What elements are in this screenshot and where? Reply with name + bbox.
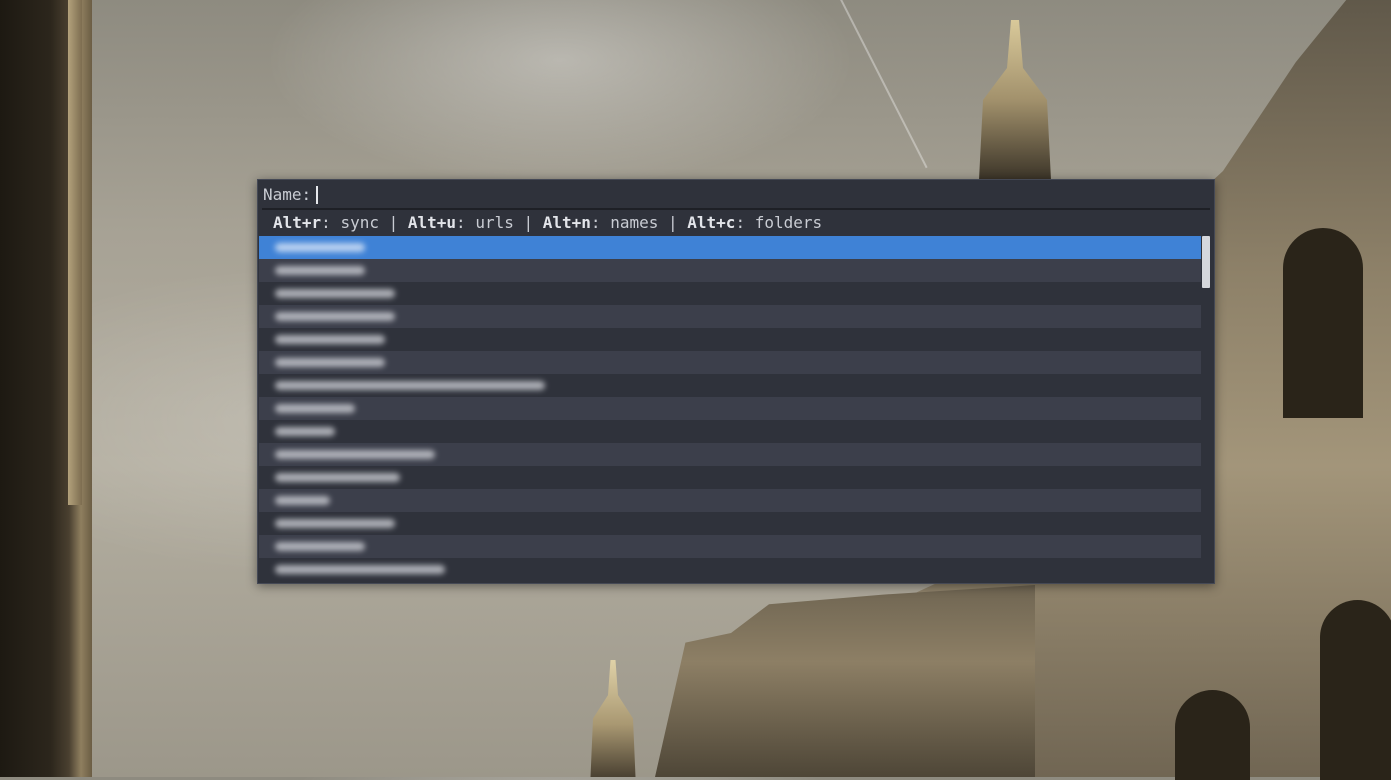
redacted-item-text	[275, 381, 545, 390]
list-item[interactable]	[259, 420, 1201, 443]
wallpaper-tower	[979, 20, 1051, 180]
list-item-selected[interactable]	[259, 236, 1201, 259]
list-item[interactable]	[259, 351, 1201, 374]
prompt-label: Name:	[263, 185, 312, 204]
prompt-row: Name:	[258, 180, 1214, 209]
list-item[interactable]	[259, 489, 1201, 512]
list-item[interactable]	[259, 305, 1201, 328]
list-item[interactable]	[259, 282, 1201, 305]
list-item[interactable]	[259, 397, 1201, 420]
redacted-item-text	[275, 496, 330, 505]
result-list[interactable]	[259, 236, 1201, 581]
wallpaper-window	[1283, 228, 1363, 418]
wallpaper-contrail	[835, 0, 928, 169]
redacted-item-text	[275, 243, 365, 252]
redacted-item-text	[275, 450, 435, 459]
hint-colon: :	[321, 212, 341, 232]
scrollbar[interactable]	[1202, 236, 1210, 581]
redacted-item-text	[275, 427, 335, 436]
list-item[interactable]	[259, 443, 1201, 466]
hint-key: Alt+u	[407, 212, 457, 232]
list-item[interactable]	[259, 535, 1201, 558]
hint-action: folders	[754, 212, 823, 232]
redacted-item-text	[275, 335, 385, 344]
keybinding-hints: Alt+r: sync | Alt+u: urls | Alt+n: names…	[273, 210, 822, 234]
hint-colon: :	[590, 212, 611, 232]
redacted-item-text	[275, 565, 445, 574]
launcher-dialog: Name: Alt+r: sync | Alt+u: urls | Alt+n:…	[257, 179, 1215, 584]
wallpaper-window	[1175, 690, 1250, 780]
hint-key: Alt+n	[542, 212, 591, 232]
scrollbar-thumb[interactable]	[1202, 236, 1210, 288]
hint-action: sync	[340, 212, 379, 232]
redacted-item-text	[275, 542, 365, 551]
wallpaper-left-wall-edge	[68, 0, 82, 505]
list-item[interactable]	[259, 374, 1201, 397]
name-search-input[interactable]	[322, 183, 1203, 206]
redacted-item-text	[275, 289, 395, 298]
hint-key: Alt+c	[687, 212, 736, 232]
wallpaper-tower-small	[590, 660, 636, 777]
hint-action: urls	[475, 212, 514, 232]
wallpaper-lower-building	[655, 585, 1035, 777]
list-item[interactable]	[259, 328, 1201, 351]
hint-separator: |	[513, 212, 543, 232]
redacted-item-text	[275, 519, 395, 528]
hint-colon: :	[456, 212, 476, 232]
list-item[interactable]	[259, 259, 1201, 282]
list-item[interactable]	[259, 466, 1201, 489]
redacted-item-text	[275, 358, 385, 367]
wallpaper-window	[1320, 600, 1391, 780]
hint-colon: :	[735, 212, 755, 232]
redacted-item-text	[275, 266, 365, 275]
hint-separator: |	[658, 212, 688, 232]
redacted-item-text	[275, 312, 395, 321]
text-caret	[316, 185, 319, 204]
list-item[interactable]	[259, 558, 1201, 581]
redacted-item-text	[275, 473, 400, 482]
redacted-item-text	[275, 404, 355, 413]
hint-key: Alt+r	[273, 212, 322, 232]
list-item[interactable]	[259, 512, 1201, 535]
hint-action: names	[610, 212, 659, 232]
hint-separator: |	[378, 212, 408, 232]
